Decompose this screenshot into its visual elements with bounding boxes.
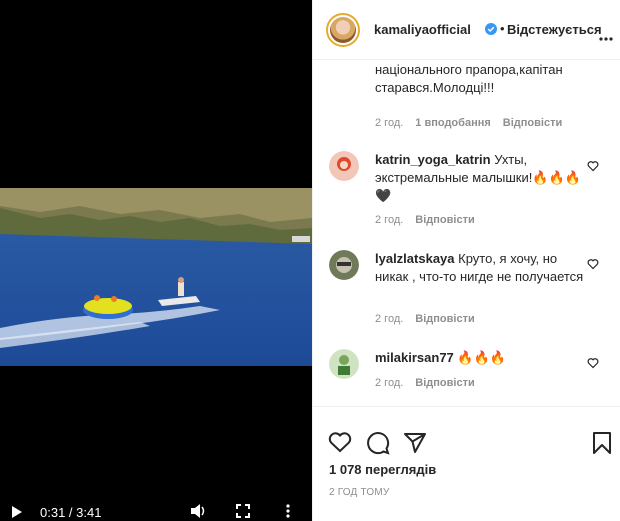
fullscreen-icon[interactable]	[236, 504, 250, 521]
like-comment-icon[interactable]	[587, 257, 601, 271]
comment-meta: 2 год. Відповісти	[375, 313, 475, 325]
reply-button[interactable]: Відповісти	[503, 117, 562, 129]
post-actions: 1 078 переглядів 2 ГОД ТОМУ	[313, 406, 620, 521]
like-comment-icon[interactable]	[587, 159, 601, 173]
reply-button[interactable]: Відповісти	[415, 377, 474, 389]
comment-username[interactable]: lyalzlatskaya	[375, 251, 455, 266]
post-timestamp[interactable]: 2 ГОД ТОМУ	[329, 487, 389, 498]
comment-icon[interactable]	[366, 431, 390, 460]
comment-text: katrin_yoga_katrin Ухты, экстремальные м…	[375, 152, 581, 203]
comment-text: milakirsan77 🔥🔥🔥	[375, 350, 506, 365]
comment-time: 2 год.	[375, 313, 404, 325]
comment-meta: 2 год. 1 вподобання Відповісти	[375, 117, 562, 129]
author-username[interactable]: kamaliyaofficial	[374, 22, 471, 37]
view-count[interactable]: 1 078 переглядів	[329, 462, 436, 477]
video-player[interactable]: 0:31 / 3:41	[0, 0, 312, 521]
like-comment-icon[interactable]	[587, 356, 601, 370]
play-icon[interactable]	[12, 506, 22, 521]
post-header: kamaliyaofficial • Відстежується	[313, 0, 620, 60]
comment-time: 2 год.	[375, 377, 404, 389]
reply-button[interactable]: Відповісти	[415, 214, 474, 226]
comment-time: 2 год.	[375, 214, 404, 226]
comment-time: 2 год.	[375, 117, 404, 129]
verified-badge-icon	[485, 22, 497, 35]
commenter-avatar[interactable]	[329, 151, 359, 181]
commenter-avatar[interactable]	[329, 349, 359, 379]
comment-text: національного прапора,капітан старався.М…	[375, 62, 563, 95]
comment-username[interactable]: milakirsan77	[375, 350, 454, 365]
following-button[interactable]: Відстежується	[507, 22, 602, 37]
share-icon[interactable]	[403, 431, 427, 460]
comment-text: lyalzlatskaya Круто, я хочу, но никак , …	[375, 251, 584, 284]
video-controls: 0:31 / 3:41	[0, 503, 312, 521]
comment-likes[interactable]: 1 вподобання	[415, 117, 490, 129]
post-options-icon[interactable]	[599, 28, 613, 46]
save-bookmark-icon[interactable]	[592, 431, 612, 460]
comment-username[interactable]: katrin_yoga_katrin	[375, 152, 491, 167]
like-icon[interactable]	[328, 431, 352, 458]
author-avatar[interactable]	[326, 13, 360, 47]
comment-meta: 2 год. Відповісти	[375, 214, 475, 226]
video-frame	[0, 188, 312, 366]
commenter-avatar[interactable]	[329, 250, 359, 280]
separator-dot: •	[500, 21, 505, 36]
video-more-icon[interactable]	[286, 504, 290, 521]
comments-list: національного прапора,капітан старався.М…	[313, 61, 620, 406]
reply-button[interactable]: Відповісти	[415, 313, 474, 325]
video-time: 0:31 / 3:41	[40, 505, 102, 520]
volume-icon[interactable]	[191, 504, 207, 521]
comment-meta: 2 год. Відповісти	[375, 377, 475, 389]
post-panel: kamaliyaofficial • Відстежується націона…	[312, 0, 620, 521]
